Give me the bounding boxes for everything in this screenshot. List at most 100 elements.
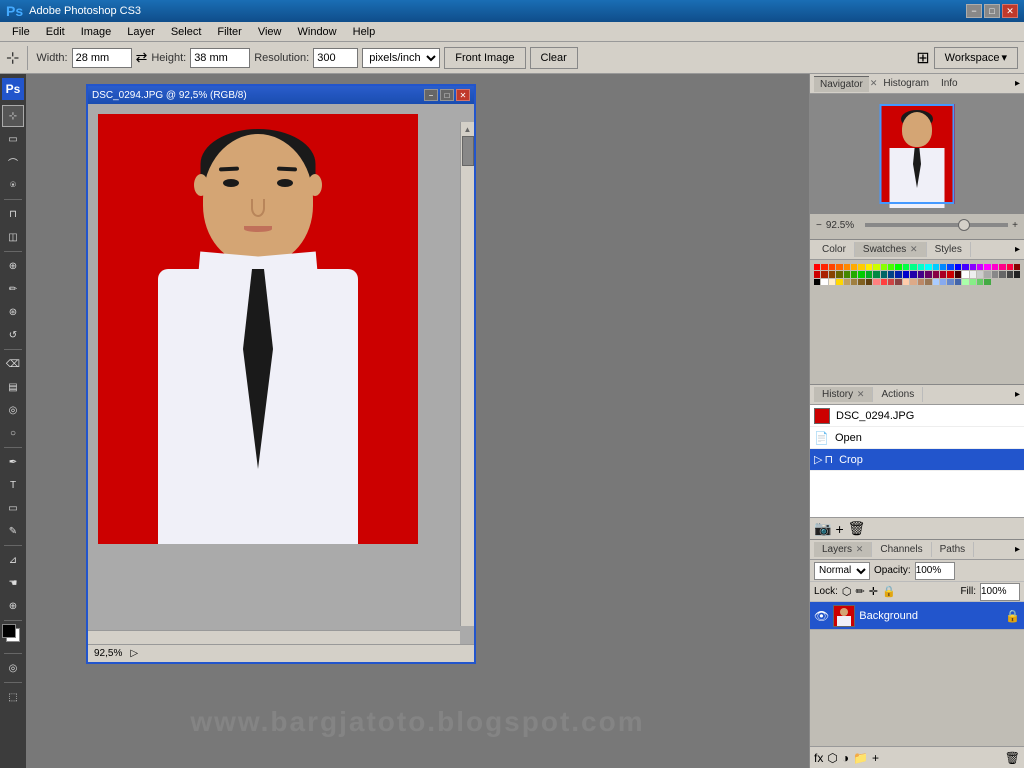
- close-navigator-tab[interactable]: ✕: [870, 78, 878, 89]
- tab-color[interactable]: Color: [814, 242, 855, 257]
- resolution-unit-select[interactable]: pixels/inch pixels/cm: [362, 48, 440, 68]
- color-swatch[interactable]: [888, 279, 894, 285]
- menu-window[interactable]: Window: [290, 24, 345, 40]
- color-swatch[interactable]: [866, 271, 872, 277]
- zoom-slider[interactable]: [865, 223, 1008, 227]
- color-swatch[interactable]: [977, 271, 983, 277]
- color-swatch[interactable]: [858, 264, 864, 270]
- color-swatch[interactable]: [851, 279, 857, 285]
- pen-tool[interactable]: ✒: [2, 451, 24, 473]
- color-swatch[interactable]: [814, 271, 820, 277]
- marquee-tool[interactable]: ▭: [2, 128, 24, 150]
- height-input[interactable]: [190, 48, 250, 68]
- color-swatch[interactable]: [844, 279, 850, 285]
- menu-select[interactable]: Select: [163, 24, 210, 40]
- color-swatch[interactable]: [903, 279, 909, 285]
- brush-tool[interactable]: ✏: [2, 278, 24, 300]
- scroll-up-arrow[interactable]: ▲: [461, 122, 474, 136]
- layer-visibility-eye[interactable]: 👁: [814, 609, 829, 623]
- blur-tool[interactable]: ◎: [2, 399, 24, 421]
- zoom-out-icon[interactable]: −: [816, 220, 822, 231]
- color-swatches[interactable]: [2, 624, 24, 650]
- color-swatch[interactable]: [814, 279, 820, 285]
- blend-mode-select[interactable]: Normal Multiply Screen: [814, 562, 870, 580]
- slice-tool[interactable]: ◫: [2, 226, 24, 248]
- menu-layer[interactable]: Layer: [119, 24, 163, 40]
- tab-histogram[interactable]: Histogram: [877, 76, 935, 91]
- color-swatch[interactable]: [821, 271, 827, 277]
- maximize-button[interactable]: □: [984, 4, 1000, 18]
- layer-fx-icon[interactable]: fx: [814, 751, 823, 765]
- menu-image[interactable]: Image: [73, 24, 120, 40]
- color-swatch[interactable]: [940, 279, 946, 285]
- tab-navigator[interactable]: Navigator: [814, 76, 869, 92]
- layer-mask-icon[interactable]: ⬡: [827, 751, 837, 765]
- color-panel-menu-icon[interactable]: ▸: [1015, 244, 1020, 255]
- color-swatch[interactable]: [977, 279, 983, 285]
- fill-input[interactable]: [980, 583, 1020, 601]
- lasso-tool[interactable]: ⌒: [2, 151, 24, 173]
- color-swatch[interactable]: [873, 279, 879, 285]
- doc-minimize-button[interactable]: −: [424, 89, 438, 101]
- color-swatch[interactable]: [829, 264, 835, 270]
- color-swatch[interactable]: [873, 264, 879, 270]
- color-swatch[interactable]: [999, 264, 1005, 270]
- zoom-tool[interactable]: ⊕: [2, 595, 24, 617]
- front-image-button[interactable]: Front Image: [444, 47, 525, 69]
- close-layers-tab[interactable]: ✕: [856, 544, 864, 554]
- color-swatch[interactable]: [829, 279, 835, 285]
- color-swatch[interactable]: [836, 279, 842, 285]
- color-swatch[interactable]: [910, 264, 916, 270]
- color-swatch[interactable]: [925, 279, 931, 285]
- color-swatch[interactable]: [866, 264, 872, 270]
- color-swatch[interactable]: [962, 264, 968, 270]
- color-swatch[interactable]: [984, 279, 990, 285]
- tab-paths[interactable]: Paths: [932, 542, 975, 557]
- color-swatch[interactable]: [992, 271, 998, 277]
- color-swatch[interactable]: [955, 264, 961, 270]
- color-swatch[interactable]: [925, 264, 931, 270]
- lock-image-icon[interactable]: ✏: [856, 585, 865, 598]
- color-swatch[interactable]: [918, 264, 924, 270]
- lock-all-icon[interactable]: 🔒: [882, 585, 896, 598]
- color-swatch[interactable]: [851, 264, 857, 270]
- color-swatch[interactable]: [829, 271, 835, 277]
- color-swatch[interactable]: [918, 271, 924, 277]
- notes-tool[interactable]: ✎: [2, 520, 24, 542]
- color-swatch[interactable]: [888, 264, 894, 270]
- vertical-scrollbar[interactable]: ▲: [460, 122, 474, 626]
- color-swatch[interactable]: [1007, 264, 1013, 270]
- doc-maximize-button[interactable]: □: [440, 89, 454, 101]
- new-layer-icon[interactable]: +: [872, 751, 879, 765]
- stamp-tool[interactable]: ⊛: [2, 301, 24, 323]
- color-swatch[interactable]: [821, 264, 827, 270]
- color-swatch[interactable]: [955, 279, 961, 285]
- color-swatch[interactable]: [1014, 264, 1020, 270]
- heal-tool[interactable]: ⊕: [2, 255, 24, 277]
- delete-layer-icon[interactable]: 🗑: [1005, 751, 1020, 765]
- color-swatch[interactable]: [962, 271, 968, 277]
- tab-channels[interactable]: Channels: [872, 542, 931, 557]
- history-item-crop[interactable]: ▷ ⊓ Crop: [810, 449, 1024, 471]
- color-swatch[interactable]: [866, 279, 872, 285]
- color-swatch[interactable]: [970, 271, 976, 277]
- text-tool[interactable]: T: [2, 474, 24, 496]
- color-swatch[interactable]: [895, 271, 901, 277]
- opacity-input[interactable]: [915, 562, 955, 580]
- color-swatch[interactable]: [962, 279, 968, 285]
- color-swatch[interactable]: [918, 279, 924, 285]
- color-swatch[interactable]: [933, 279, 939, 285]
- layers-panel-menu-icon[interactable]: ▸: [1015, 544, 1020, 555]
- tab-styles[interactable]: Styles: [927, 242, 971, 257]
- color-swatch[interactable]: [955, 271, 961, 277]
- history-panel-menu-icon[interactable]: ▸: [1015, 389, 1020, 400]
- color-swatch[interactable]: [910, 279, 916, 285]
- color-swatch[interactable]: [970, 264, 976, 270]
- color-swatch[interactable]: [895, 279, 901, 285]
- layer-item-background[interactable]: 👁 Background 🔒: [810, 602, 1024, 630]
- zoom-slider-thumb[interactable]: [958, 219, 970, 231]
- new-fill-icon[interactable]: ◑: [842, 751, 849, 765]
- history-brush-tool[interactable]: ↺: [2, 324, 24, 346]
- eraser-tool[interactable]: ⌫: [2, 353, 24, 375]
- hand-tool[interactable]: ☚: [2, 572, 24, 594]
